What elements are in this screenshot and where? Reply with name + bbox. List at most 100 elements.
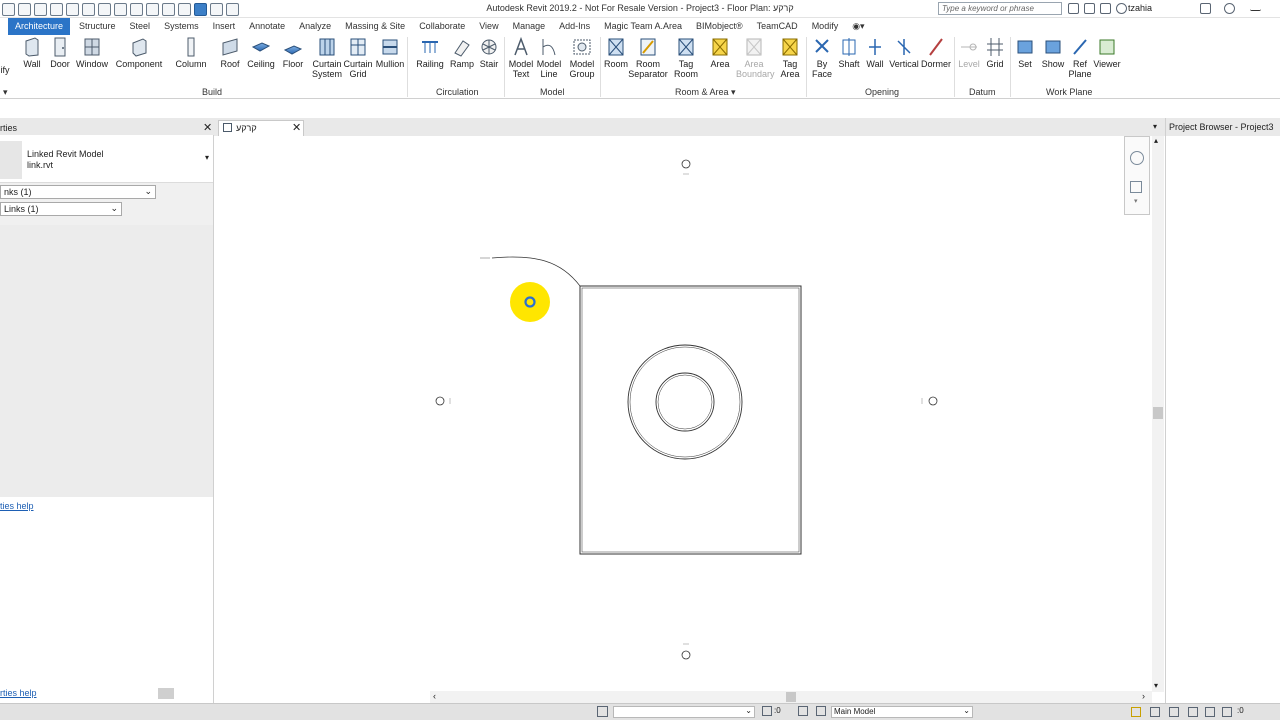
mullion-button[interactable]: Mullion [374,37,406,69]
tab-annotate[interactable]: Annotate [242,18,292,35]
scroll-left-icon[interactable]: ‹ [433,691,436,701]
elevation-marker-south[interactable] [681,643,691,660]
help-icon[interactable] [1224,3,1235,14]
links-dropdown[interactable]: Links (1) ⌄ [0,202,122,216]
panel-datum[interactable]: Datum [969,87,996,97]
dormer-button[interactable]: Dormer [920,37,952,69]
model-group-button[interactable]: Model Group [566,37,598,79]
tag-area-button[interactable]: Tag Area [774,37,806,79]
properties-help-link-bottom[interactable]: rties help [0,688,37,698]
panel-build[interactable]: Build [202,87,222,97]
column-button[interactable]: Column [174,37,208,69]
scroll-up-icon[interactable]: ▴ [1154,136,1158,145]
viewer-button[interactable]: Viewer [1092,37,1122,69]
ref-plane-button[interactable]: Ref Plane [1066,37,1094,79]
panel-model[interactable]: Model [540,87,565,97]
scroll-right-icon[interactable]: › [1142,691,1145,701]
select-links-icon[interactable] [1131,707,1141,717]
scrollbar-thumb[interactable] [158,688,174,699]
outer-circle[interactable] [627,344,743,460]
tab-structure[interactable]: Structure [72,18,123,35]
tab-analyze[interactable]: Analyze [292,18,338,35]
room-separator-button[interactable]: Room Separator [628,37,668,79]
minimize-icon[interactable] [1250,3,1261,11]
panel-opening[interactable]: Opening [865,87,899,97]
ribbon-toggle-icon[interactable]: ◉▾ [845,18,871,35]
panel-work-plane[interactable]: Work Plane [1046,87,1092,97]
horizontal-scrollbar[interactable]: ‹ › [430,691,1152,703]
elevation-marker-east[interactable] [921,396,938,406]
tab-systems[interactable]: Systems [157,18,206,35]
modify-button-label[interactable]: ify [0,65,10,75]
floor-plan-drawing[interactable] [216,136,1164,703]
drag-elements-icon[interactable] [1205,707,1215,717]
user-icon[interactable] [1116,3,1127,14]
vertical-scrollbar[interactable]: ▴ ▾ [1152,136,1164,692]
editable-only-icon[interactable] [762,706,772,716]
ramp-button[interactable]: Ramp [448,37,476,69]
vertical-opening-button[interactable]: Vertical [888,37,920,69]
floor-button[interactable]: Floor [280,37,306,69]
binoculars-icon[interactable] [1068,3,1079,14]
type-selector[interactable]: Linked Revit Model link.rvt ▾ [0,135,213,183]
design-option-dropdown[interactable]: Main Model ⌄ [831,706,973,718]
panel-room-area[interactable]: Room & Area ▾ [675,87,736,98]
ceiling-button[interactable]: Ceiling [246,37,276,69]
drawing-canvas[interactable]: ▾ ▴ ▾ ‹ › [216,136,1164,703]
tab-steel[interactable]: Steel [123,18,158,35]
chevron-down-icon[interactable]: ▾ [1134,197,1138,205]
select-underlay-icon[interactable] [1150,707,1160,717]
panel-expand-icon[interactable]: ▾ [3,87,8,98]
tab-insert[interactable]: Insert [206,18,243,35]
elevation-marker-north[interactable] [681,159,691,175]
show-workplane-button[interactable]: Show [1038,37,1068,69]
select-pinned-icon[interactable] [1169,707,1179,717]
set-workplane-button[interactable]: Set [1012,37,1038,69]
level-button[interactable]: Level [956,37,982,69]
area-boundary-button[interactable]: Area Boundary [736,37,775,79]
properties-help-link[interactable]: ties help [0,501,34,511]
room-button[interactable]: Room [602,37,630,69]
area-button[interactable]: Area [704,37,736,69]
grid-button[interactable]: Grid [982,37,1008,69]
tab-teamcad[interactable]: TeamCAD [750,18,805,35]
by-face-button[interactable]: By Face [808,37,836,79]
design-options-icon[interactable] [798,706,808,716]
window-button[interactable]: Window [74,37,110,69]
curtain-system-button[interactable]: Curtain System [310,37,344,79]
zoom-icon[interactable] [1130,181,1142,193]
user-name[interactable]: tzahia [1128,3,1152,13]
subscription-icon[interactable] [1084,3,1095,14]
stair-button[interactable]: Stair [476,37,502,69]
component-button[interactable]: Component [114,37,164,69]
tab-collaborate[interactable]: Collaborate [412,18,472,35]
wall-button[interactable]: Wall [18,37,46,69]
scrollbar-thumb[interactable] [786,692,796,702]
model-line-button[interactable]: Model Line [534,37,564,79]
workset-dropdown[interactable]: ⌄ [613,706,755,718]
star-icon[interactable] [1100,3,1111,14]
tab-modify[interactable]: Modify [805,18,846,35]
cart-icon[interactable] [1200,3,1211,14]
tab-bimobject[interactable]: BIMobject® [689,18,750,35]
instance-filter-dropdown[interactable]: nks (1) ⌄ [0,185,156,199]
tab-add-ins[interactable]: Add-Ins [552,18,597,35]
linked-model-outline[interactable] [579,285,802,555]
steering-wheel-icon[interactable] [1130,151,1144,165]
tab-massing-site[interactable]: Massing & Site [338,18,412,35]
curtain-grid-button[interactable]: Curtain Grid [342,37,374,79]
panel-circulation[interactable]: Circulation [436,87,479,97]
railing-button[interactable]: Railing [414,37,446,69]
view-tab[interactable]: קרקע ✕ [218,120,304,136]
shaft-button[interactable]: Shaft [836,37,862,69]
model-text-button[interactable]: Model Text [506,37,536,79]
scroll-down-icon[interactable]: ▾ [1154,681,1158,690]
active-only-icon[interactable] [816,706,826,716]
leader-line[interactable] [491,256,581,287]
close-icon[interactable]: ✕ [203,121,212,134]
chevron-down-icon[interactable]: ▾ [1153,122,1157,131]
close-icon[interactable]: ✕ [292,121,301,134]
elevation-marker-west[interactable] [435,396,451,406]
tab-architecture[interactable]: Architecture [8,18,71,35]
roof-button[interactable]: Roof [216,37,244,69]
